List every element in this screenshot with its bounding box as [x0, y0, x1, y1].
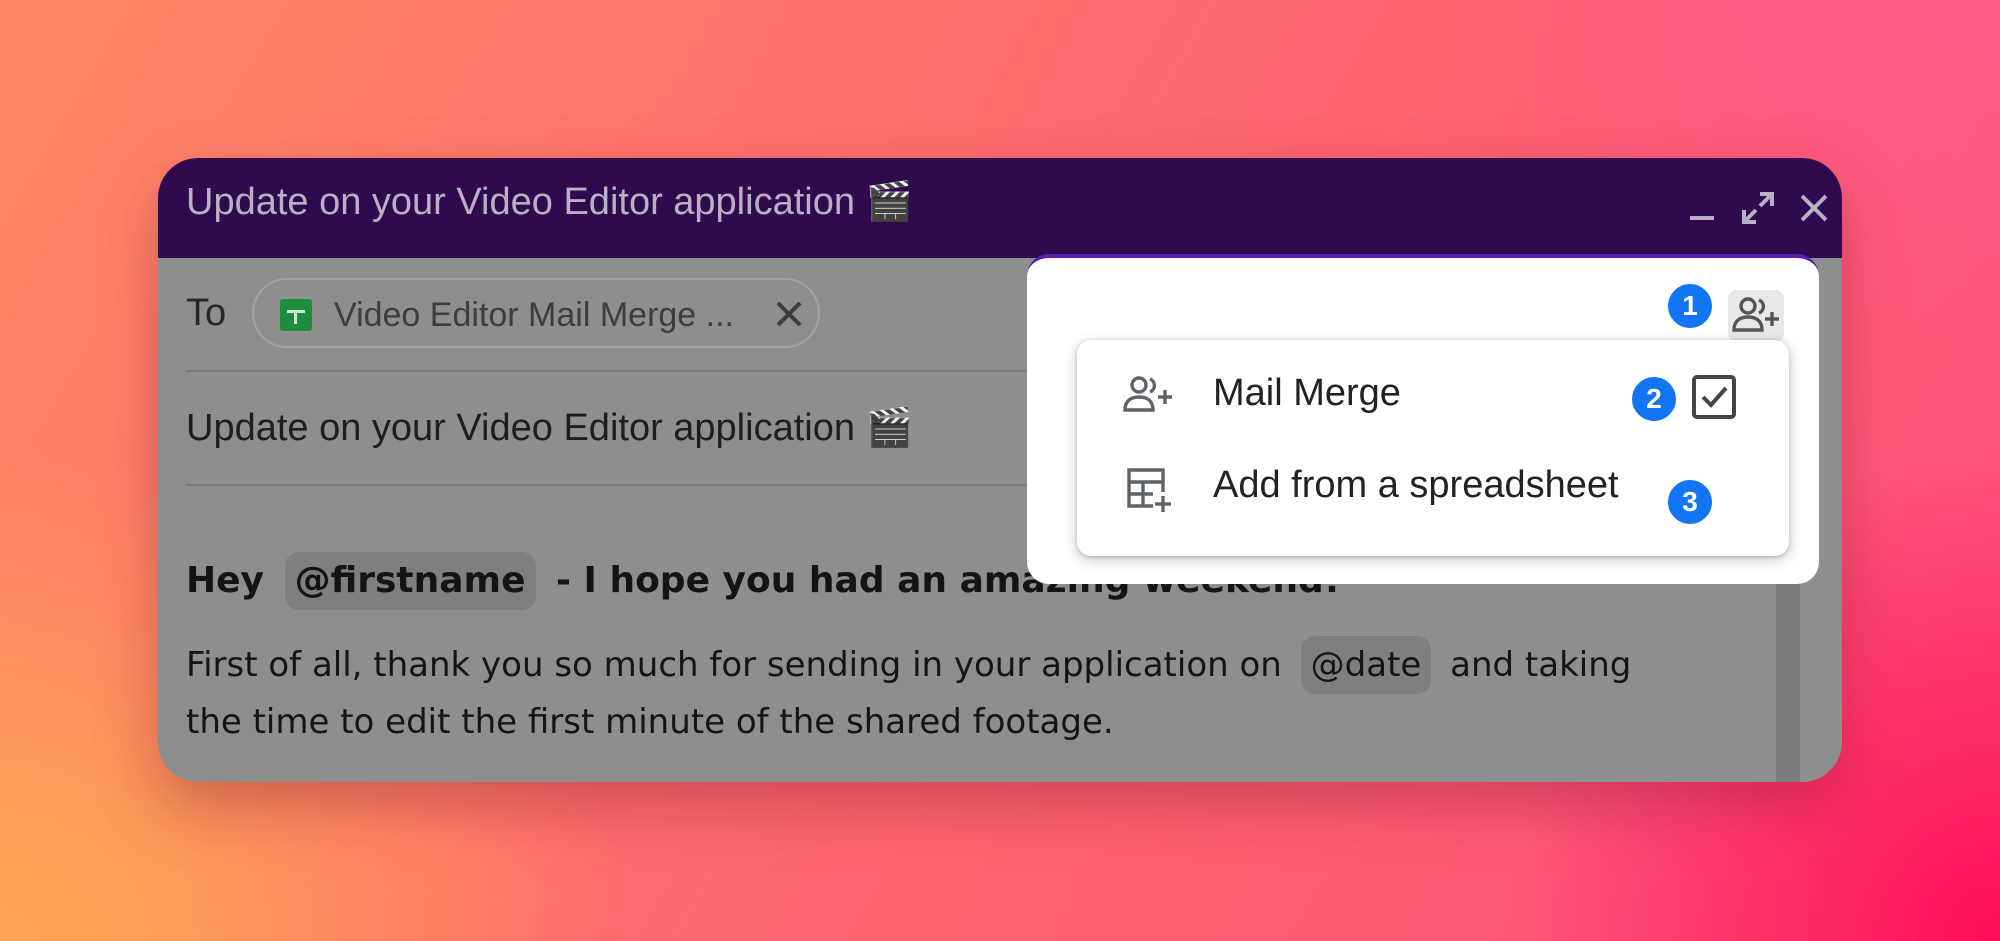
annotation-badge-1: 1: [1666, 282, 1714, 330]
add-recipients-button[interactable]: [1728, 290, 1784, 342]
minimize-icon[interactable]: [1678, 184, 1726, 232]
group-add-icon: [1732, 297, 1779, 332]
recipient-chip-label: Video Editor Mail Merge ...: [334, 296, 734, 334]
subject-text: Update on your Video Editor application: [186, 407, 855, 449]
to-label: To: [186, 292, 227, 334]
paragraph-start: First of all, thank you so much for send…: [186, 645, 1282, 685]
spreadsheet-add-icon: [1127, 468, 1171, 512]
group-add-icon: [1123, 376, 1172, 412]
clapperboard-emoji: 🎬: [865, 181, 913, 223]
close-icon[interactable]: [1790, 184, 1838, 232]
google-sheets-icon: [280, 299, 312, 331]
remove-recipient-icon[interactable]: [768, 293, 810, 335]
add-from-spreadsheet-label: Add from a spreadsheet: [1213, 464, 1619, 506]
message-paragraph: First of all, thank you so much for send…: [186, 636, 1646, 750]
greeting-start: Hey: [186, 560, 265, 601]
annotation-badge-3: 3: [1666, 478, 1714, 526]
window-title: Update on your Video Editor application …: [186, 176, 913, 228]
compose-titlebar[interactable]: Update on your Video Editor application …: [158, 158, 1842, 258]
annotation-badge-2: 2: [1630, 375, 1678, 423]
recipient-chip[interactable]: Video Editor Mail Merge ...: [252, 278, 820, 348]
expand-icon[interactable]: [1734, 184, 1782, 232]
subject-field[interactable]: Update on your Video Editor application …: [186, 406, 913, 450]
clapperboard-emoji: 🎬: [865, 407, 913, 449]
mail-merge-label: Mail Merge: [1213, 372, 1401, 414]
date-merge-tag[interactable]: @date: [1300, 636, 1432, 694]
mail-merge-checkbox[interactable]: [1691, 374, 1737, 420]
window-title-text: Update on your Video Editor application: [186, 181, 855, 223]
firstname-merge-tag[interactable]: @firstname: [284, 552, 536, 610]
menu-item-mail-merge[interactable]: Mail Merge: [1077, 350, 1789, 442]
